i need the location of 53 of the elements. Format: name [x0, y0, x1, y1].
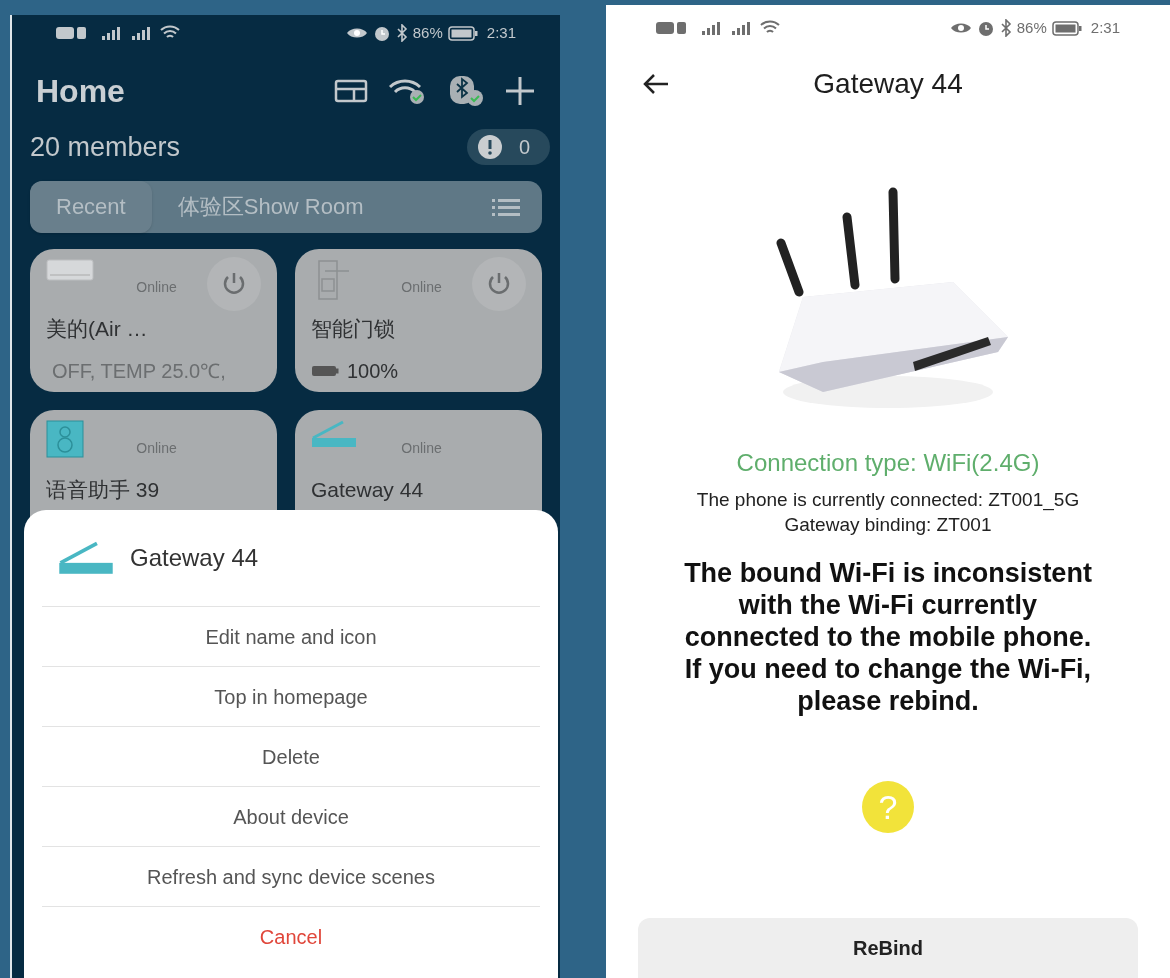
bluetooth-icon	[395, 24, 408, 42]
device-card[interactable]: Online 智能门锁 100%	[295, 248, 542, 392]
air-conditioner-icon	[46, 258, 94, 281]
battery-percentage: 86%	[1016, 17, 1047, 38]
speaker-icon	[46, 419, 84, 458]
device-status: Online	[135, 277, 178, 297]
device-detail: OFF, TEMP 25.0℃,	[51, 359, 226, 384]
device-detail: 100%	[347, 359, 399, 384]
menu-item[interactable]: About device	[233, 801, 349, 832]
battery-icon	[447, 25, 478, 41]
page-title: Home	[36, 72, 125, 111]
alert-icon	[476, 134, 503, 161]
alerts-pill[interactable]: 0	[466, 129, 550, 166]
device-status: Online	[135, 438, 178, 458]
plus-icon[interactable]	[504, 75, 536, 107]
eye-icon	[345, 26, 368, 40]
device-status: Online	[400, 277, 443, 297]
device-name: 智能门锁	[311, 315, 396, 342]
menu-item[interactable]: Top in homepage	[214, 681, 368, 712]
bluetooth-check-icon[interactable]	[448, 74, 484, 108]
hd-icon	[56, 26, 88, 40]
alarm-icon	[372, 24, 391, 42]
battery-icon	[1051, 20, 1082, 36]
gateway-icon	[311, 419, 357, 448]
warning-message: The bound Wi-Fi is inconsistent with the Wi-Fi currently connected to the mobile phone. If you need to change the Wi-Fi, please rebind.	[683, 557, 1093, 717]
rebind-button[interactable]: ReBind	[638, 918, 1138, 978]
device-card[interactable]: Online 美的(Air … OFF, TEMP 25.0℃,	[30, 248, 277, 392]
gateway-binding-text: Gateway binding: ZT001	[783, 513, 993, 537]
status-time: 2:31	[1090, 17, 1120, 38]
menu-item[interactable]: Edit name and icon	[205, 621, 377, 652]
back-arrow-icon[interactable]	[642, 73, 670, 95]
menu-item[interactable]: Delete	[262, 741, 320, 772]
eye-icon	[949, 21, 972, 35]
power-icon	[221, 270, 247, 297]
battery-percentage: 86%	[412, 22, 443, 43]
battery-icon	[311, 365, 339, 377]
panel-icon[interactable]	[334, 79, 368, 103]
device-name: 语音助手 39	[46, 476, 161, 503]
device-status: Online	[400, 438, 443, 458]
members-count: 20 members	[30, 131, 181, 164]
power-icon	[486, 270, 512, 297]
phone-connection-text: The phone is currently connected: ZT001_5G	[695, 488, 1081, 513]
bluetooth-icon	[999, 19, 1012, 37]
alarm-icon	[976, 19, 995, 37]
device-name: 美的(Air …	[46, 315, 149, 342]
gateway-icon	[58, 541, 114, 575]
menu-item[interactable]: Refresh and sync device scenes	[147, 861, 435, 892]
hd-icon	[656, 21, 688, 35]
cancel-button[interactable]: Cancel	[259, 921, 323, 952]
screen-title: Gateway 44	[813, 67, 963, 101]
status-time: 2:31	[486, 22, 516, 43]
device-name: Gateway 44	[311, 476, 425, 503]
connection-type: Connection type: WiFi(2.4G)	[735, 448, 1041, 478]
